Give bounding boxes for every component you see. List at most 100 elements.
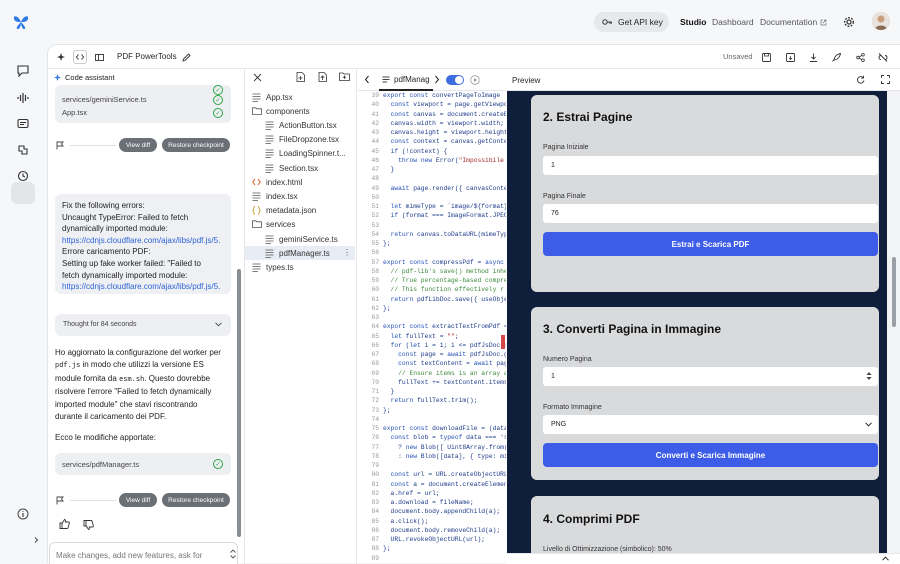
- editor-tabs: pdfManag: [358, 69, 506, 91]
- code-line: await page.render({ canvasConte: [390, 184, 506, 192]
- tree-item-label: types.ts: [266, 262, 294, 272]
- nav-documentation[interactable]: Documentation: [760, 17, 827, 27]
- restore-checkpoint-button[interactable]: Restore checkpoint: [162, 493, 230, 507]
- chat-header-title: Code assistant: [65, 73, 115, 82]
- changed-file[interactable]: services/pdfManager.ts: [62, 460, 139, 469]
- close-icon[interactable]: [253, 73, 262, 82]
- nav-documentation-label: Documentation: [760, 17, 818, 27]
- tree-file[interactable]: Section.tsx: [245, 161, 355, 175]
- build-app-icon[interactable]: [16, 143, 30, 157]
- project-title: PDF PowerTools: [117, 52, 177, 61]
- line-number: 50: [371, 193, 379, 201]
- expand-chevron-icon[interactable]: [32, 536, 46, 550]
- tree-file[interactable]: LoadingSpinner.t...: [245, 147, 355, 161]
- chevron-right-icon[interactable]: [434, 75, 440, 84]
- code-content[interactable]: export const convertPageToImage const vi…: [383, 91, 506, 564]
- page-number-input[interactable]: 1: [543, 367, 878, 386]
- share-icon[interactable]: [853, 50, 867, 64]
- history-icon[interactable]: [16, 169, 30, 183]
- preview-app: 2. Estrai Pagine Pagina Iniziale 1 Pagin…: [507, 91, 887, 553]
- tree-file[interactable]: index.tsx: [245, 189, 355, 203]
- chevron-left-icon[interactable]: [364, 75, 370, 84]
- flag-icon[interactable]: [56, 496, 64, 505]
- avatar[interactable]: [872, 12, 890, 30]
- edit-pencil-icon[interactable]: [179, 50, 193, 64]
- code-line: if (format === ImageFormat.JPEG: [390, 212, 506, 220]
- code-line: a.click();: [383, 517, 429, 525]
- preview-scrollbar[interactable]: [887, 91, 900, 553]
- layout-icon[interactable]: [92, 50, 106, 64]
- convert-download-button[interactable]: Converti e Scarica Immagine: [543, 443, 878, 467]
- save-as-icon[interactable]: [783, 50, 797, 64]
- code-line: };: [383, 240, 391, 247]
- tree-file[interactable]: ActionButton.tsx: [245, 118, 355, 132]
- line-number: 71: [371, 388, 379, 395]
- end-page-input[interactable]: 76: [543, 204, 878, 223]
- tree-file[interactable]: App.tsx: [245, 90, 355, 104]
- view-diff-button[interactable]: View diff: [119, 493, 157, 507]
- thumbs-down-icon[interactable]: [83, 520, 94, 530]
- nav-studio[interactable]: Studio: [680, 17, 706, 27]
- save-icon[interactable]: [759, 50, 773, 64]
- scrollbar-thumb[interactable]: [892, 257, 896, 327]
- tree-folder[interactable]: services: [245, 218, 355, 232]
- gear-icon[interactable]: [843, 16, 855, 28]
- link-off-icon[interactable]: [876, 50, 890, 64]
- line-number: 67: [371, 351, 379, 358]
- fullscreen-icon[interactable]: [881, 75, 890, 84]
- extract-download-button[interactable]: Estrai e Scarica PDF: [543, 232, 878, 256]
- tree-item-label: LoadingSpinner.t...: [279, 149, 346, 159]
- view-diff-button[interactable]: View diff: [119, 138, 157, 152]
- chevron-up-icon[interactable]: [882, 556, 889, 561]
- play-icon[interactable]: [470, 75, 480, 85]
- code-line: };: [383, 545, 391, 553]
- live-toggle[interactable]: [446, 75, 464, 85]
- tree-file[interactable]: FileDropzone.tsx: [245, 133, 355, 147]
- tree-file[interactable]: types.ts: [245, 260, 355, 274]
- butterfly-logo-icon[interactable]: [12, 13, 30, 31]
- new-file-icon[interactable]: [296, 72, 305, 82]
- start-page-input[interactable]: 1: [543, 156, 878, 175]
- deploy-rocket-icon[interactable]: [829, 50, 843, 64]
- nav-dashboard[interactable]: Dashboard: [712, 17, 754, 27]
- upload-file-icon[interactable]: [318, 72, 327, 82]
- audio-wave-icon[interactable]: [16, 91, 30, 105]
- sparkle-icon[interactable]: [54, 50, 68, 64]
- line-number: 65: [371, 332, 379, 340]
- reply-text: . Questo dovrebbe: [144, 373, 211, 383]
- reply-text: in modo che utilizzi la versione ES: [82, 360, 204, 370]
- chat-scrollbar[interactable]: [237, 269, 241, 537]
- message-link[interactable]: https://cdnjs.cloudflare.com/ajax/libs/p…: [62, 236, 220, 245]
- tree-item-label: services: [266, 220, 296, 230]
- stepper-icon[interactable]: [866, 371, 872, 381]
- more-options-icon[interactable]: ⋮: [343, 248, 351, 257]
- tree-file[interactable]: pdfManager.ts ⋮: [245, 246, 355, 261]
- code-toggle-icon[interactable]: [73, 50, 87, 64]
- expand-input-icon[interactable]: [230, 549, 236, 559]
- image-format-select[interactable]: PNG: [543, 415, 878, 434]
- tree-file[interactable]: metadata.json: [245, 204, 355, 218]
- thought-toggle[interactable]: Thought for 84 seconds: [55, 314, 231, 336]
- thumbs-up-icon[interactable]: [59, 519, 70, 529]
- tree-folder[interactable]: components: [245, 104, 355, 118]
- get-api-key-button[interactable]: Get API key: [594, 12, 669, 32]
- changed-file[interactable]: services/geminiService.ts: [62, 95, 147, 104]
- line-number: 68: [371, 360, 379, 368]
- info-icon[interactable]: [16, 507, 30, 521]
- new-folder-icon[interactable]: [339, 72, 350, 81]
- flag-icon[interactable]: [56, 141, 64, 150]
- tab-pdfmanager[interactable]: pdfManag: [379, 69, 433, 91]
- line-number: 46: [371, 156, 379, 164]
- message-link[interactable]: https://cdnjs.cloudflare.com/ajax/libs/p…: [62, 282, 220, 291]
- code-line: export const convertPageToImage: [383, 92, 501, 99]
- download-icon[interactable]: [806, 50, 820, 64]
- restore-checkpoint-button[interactable]: Restore checkpoint: [162, 138, 230, 152]
- refresh-icon[interactable]: [856, 75, 865, 84]
- chat-bubble-icon[interactable]: [16, 64, 30, 78]
- code-line: a.download = fileName;: [383, 499, 474, 506]
- prompt-input[interactable]: Make changes, add new features, ask for: [49, 542, 238, 564]
- tree-file[interactable]: geminiService.ts: [245, 232, 355, 246]
- message-icon[interactable]: [16, 117, 30, 131]
- tree-file[interactable]: index.html: [245, 175, 355, 189]
- changed-file[interactable]: App.tsx: [62, 108, 87, 117]
